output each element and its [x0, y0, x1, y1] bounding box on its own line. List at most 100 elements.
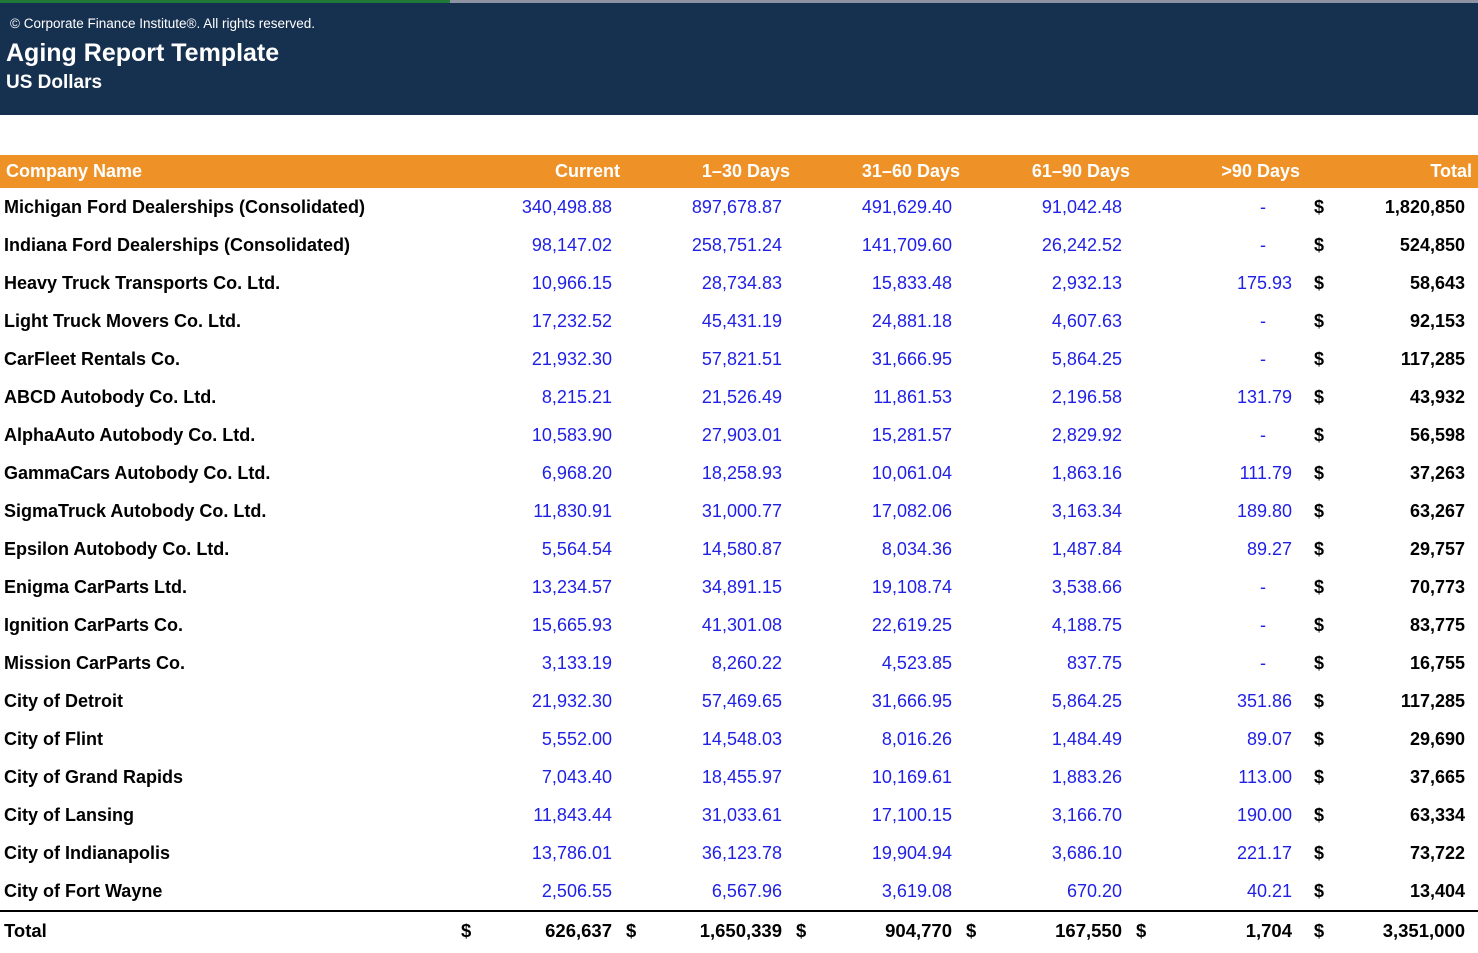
days-over-90-cell[interactable]: 113.00 [1130, 758, 1300, 796]
total-cell[interactable]: 524,850 [1338, 226, 1478, 264]
company-name-cell[interactable]: Indiana Ford Dealerships (Consolidated) [0, 226, 455, 264]
current-cell[interactable]: 5,552.00 [455, 720, 620, 758]
days-over-90-cell[interactable]: - [1130, 644, 1300, 682]
days-61-90-cell[interactable]: 26,242.52 [960, 226, 1130, 264]
days-over-90-cell[interactable]: - [1130, 188, 1300, 226]
days-61-90-cell[interactable]: 1,484.49 [960, 720, 1130, 758]
days-over-90-cell[interactable]: 89.07 [1130, 720, 1300, 758]
days-over-90-cell[interactable]: - [1130, 340, 1300, 378]
company-name-cell[interactable]: Mission CarParts Co. [0, 644, 455, 682]
company-name-cell[interactable]: City of Flint [0, 720, 455, 758]
days-61-90-cell[interactable]: 91,042.48 [960, 188, 1130, 226]
days-over-90-cell[interactable]: - [1130, 226, 1300, 264]
days-31-60-cell[interactable]: 491,629.40 [790, 188, 960, 226]
days-31-60-cell[interactable]: 31,666.95 [790, 340, 960, 378]
days-over-90-cell[interactable]: 351.86 [1130, 682, 1300, 720]
days-61-90-cell[interactable]: 2,196.58 [960, 378, 1130, 416]
days-over-90-cell[interactable]: 175.93 [1130, 264, 1300, 302]
column-header-31-60-days[interactable]: 31–60 Days [790, 155, 960, 188]
current-cell[interactable]: 7,043.40 [455, 758, 620, 796]
total-cell[interactable]: 63,267 [1338, 492, 1478, 530]
column-header-total[interactable]: Total [1338, 155, 1478, 188]
total-cell[interactable]: 117,285 [1338, 340, 1478, 378]
total-31-60-cell[interactable]: $ 904,770 [790, 912, 960, 950]
days-31-60-cell[interactable]: 17,100.15 [790, 796, 960, 834]
days-31-60-cell[interactable]: 19,108.74 [790, 568, 960, 606]
current-cell[interactable]: 98,147.02 [455, 226, 620, 264]
company-name-cell[interactable]: City of Indianapolis [0, 834, 455, 872]
days-1-30-cell[interactable]: 14,548.03 [620, 720, 790, 758]
days-61-90-cell[interactable]: 837.75 [960, 644, 1130, 682]
days-61-90-cell[interactable]: 2,932.13 [960, 264, 1130, 302]
days-over-90-cell[interactable]: 221.17 [1130, 834, 1300, 872]
days-over-90-cell[interactable]: 189.80 [1130, 492, 1300, 530]
days-over-90-cell[interactable]: - [1130, 568, 1300, 606]
current-cell[interactable]: 11,830.91 [455, 492, 620, 530]
days-1-30-cell[interactable]: 57,821.51 [620, 340, 790, 378]
total-cell[interactable]: 70,773 [1338, 568, 1478, 606]
days-31-60-cell[interactable]: 11,861.53 [790, 378, 960, 416]
days-1-30-cell[interactable]: 31,033.61 [620, 796, 790, 834]
days-31-60-cell[interactable]: 141,709.60 [790, 226, 960, 264]
days-61-90-cell[interactable]: 3,166.70 [960, 796, 1130, 834]
total-current-cell[interactable]: $ 626,637 [455, 912, 620, 950]
column-header-over-90-days[interactable]: >90 Days [1130, 155, 1300, 188]
total-cell[interactable]: 56,598 [1338, 416, 1478, 454]
days-31-60-cell[interactable]: 3,619.08 [790, 872, 960, 910]
days-31-60-cell[interactable]: 22,619.25 [790, 606, 960, 644]
company-name-cell[interactable]: GammaCars Autobody Co. Ltd. [0, 454, 455, 492]
days-1-30-cell[interactable]: 18,258.93 [620, 454, 790, 492]
days-1-30-cell[interactable]: 8,260.22 [620, 644, 790, 682]
company-name-cell[interactable]: City of Grand Rapids [0, 758, 455, 796]
total-cell[interactable]: 58,643 [1338, 264, 1478, 302]
days-1-30-cell[interactable]: 41,301.08 [620, 606, 790, 644]
total-over-90-cell[interactable]: $ 1,704 [1130, 912, 1300, 950]
days-1-30-cell[interactable]: 34,891.15 [620, 568, 790, 606]
total-cell[interactable]: 92,153 [1338, 302, 1478, 340]
days-61-90-cell[interactable]: 5,864.25 [960, 682, 1130, 720]
days-over-90-cell[interactable]: 40.21 [1130, 872, 1300, 910]
current-cell[interactable]: 15,665.93 [455, 606, 620, 644]
total-cell[interactable]: 1,820,850 [1338, 188, 1478, 226]
current-cell[interactable]: 340,498.88 [455, 188, 620, 226]
grand-total-cell[interactable]: 3,351,000 [1338, 912, 1478, 950]
days-31-60-cell[interactable]: 10,169.61 [790, 758, 960, 796]
days-31-60-cell[interactable]: 24,881.18 [790, 302, 960, 340]
current-cell[interactable]: 3,133.19 [455, 644, 620, 682]
days-61-90-cell[interactable]: 1,487.84 [960, 530, 1130, 568]
current-cell[interactable]: 21,932.30 [455, 682, 620, 720]
company-name-cell[interactable]: ABCD Autobody Co. Ltd. [0, 378, 455, 416]
column-header-1-30-days[interactable]: 1–30 Days [620, 155, 790, 188]
days-over-90-cell[interactable]: - [1130, 606, 1300, 644]
company-name-cell[interactable]: CarFleet Rentals Co. [0, 340, 455, 378]
total-1-30-cell[interactable]: $ 1,650,339 [620, 912, 790, 950]
total-cell[interactable]: 63,334 [1338, 796, 1478, 834]
days-1-30-cell[interactable]: 897,678.87 [620, 188, 790, 226]
total-cell[interactable]: 29,757 [1338, 530, 1478, 568]
column-header-company[interactable]: Company Name [0, 155, 455, 188]
total-cell[interactable]: 29,690 [1338, 720, 1478, 758]
days-31-60-cell[interactable]: 15,833.48 [790, 264, 960, 302]
days-1-30-cell[interactable]: 27,903.01 [620, 416, 790, 454]
current-cell[interactable]: 10,583.90 [455, 416, 620, 454]
days-31-60-cell[interactable]: 31,666.95 [790, 682, 960, 720]
company-name-cell[interactable]: Michigan Ford Dealerships (Consolidated) [0, 188, 455, 226]
days-31-60-cell[interactable]: 19,904.94 [790, 834, 960, 872]
column-header-current[interactable]: Current [455, 155, 620, 188]
days-31-60-cell[interactable]: 8,034.36 [790, 530, 960, 568]
days-1-30-cell[interactable]: 45,431.19 [620, 302, 790, 340]
days-61-90-cell[interactable]: 1,863.16 [960, 454, 1130, 492]
days-1-30-cell[interactable]: 6,567.96 [620, 872, 790, 910]
days-61-90-cell[interactable]: 3,163.34 [960, 492, 1130, 530]
current-cell[interactable]: 10,966.15 [455, 264, 620, 302]
days-61-90-cell[interactable]: 2,829.92 [960, 416, 1130, 454]
current-cell[interactable]: 8,215.21 [455, 378, 620, 416]
total-cell[interactable]: 16,755 [1338, 644, 1478, 682]
days-1-30-cell[interactable]: 21,526.49 [620, 378, 790, 416]
total-cell[interactable]: 73,722 [1338, 834, 1478, 872]
company-name-cell[interactable]: Enigma CarParts Ltd. [0, 568, 455, 606]
days-61-90-cell[interactable]: 1,883.26 [960, 758, 1130, 796]
total-cell[interactable]: 117,285 [1338, 682, 1478, 720]
total-61-90-cell[interactable]: $ 167,550 [960, 912, 1130, 950]
days-over-90-cell[interactable]: 89.27 [1130, 530, 1300, 568]
